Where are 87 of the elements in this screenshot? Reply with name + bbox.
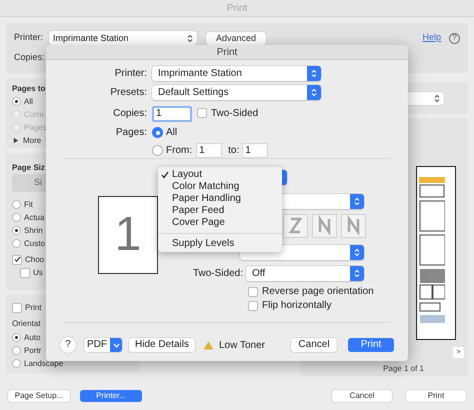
radio-button[interactable] — [12, 226, 21, 235]
chevron-icon — [307, 85, 321, 100]
field-label: Copies: — [112, 107, 148, 121]
window-title: Print — [226, 2, 248, 16]
print-button[interactable]: Print — [406, 390, 466, 402]
printer-select[interactable]: Imprimante Station — [49, 31, 197, 45]
option-label: Auto — [24, 334, 40, 342]
field-label: Presets: — [109, 86, 148, 100]
checkbox[interactable] — [248, 300, 258, 310]
cancel-button[interactable]: Cancel — [332, 390, 392, 402]
presets-select[interactable]: Default Settings — [152, 85, 321, 100]
help-button[interactable]: ? — [60, 337, 76, 353]
menu-item[interactable]: Cover Page — [158, 217, 282, 229]
field-label: Pages: — [114, 126, 148, 140]
option-label: Actua — [24, 214, 44, 222]
option-label: Portr — [24, 346, 42, 354]
warning-icon — [203, 340, 214, 350]
section-title: Pages to — [12, 83, 46, 95]
hide-details-button[interactable]: Hide Details — [129, 338, 195, 352]
checkbox[interactable] — [20, 268, 30, 278]
radio-button[interactable] — [12, 200, 21, 209]
chevron-icon — [350, 266, 364, 281]
checkbox-label: Reverse page orientation — [262, 286, 374, 296]
checkbox-label: Us — [33, 268, 43, 276]
radio-button[interactable] — [152, 144, 163, 156]
page-setup-button[interactable]: Page Setup... — [8, 390, 70, 402]
checkbox[interactable] — [12, 254, 22, 264]
printer-button[interactable]: Printer... — [80, 390, 142, 402]
field-label: Printer: — [114, 67, 148, 81]
pdf-button[interactable]: PDF — [84, 338, 122, 352]
page-order-icon[interactable] — [283, 214, 308, 238]
radio-button[interactable] — [12, 97, 21, 106]
option-label: Fit — [24, 200, 33, 208]
page-indicator: Page 1 of 1 — [383, 363, 424, 375]
menu-item[interactable]: Paper Feed — [158, 205, 282, 217]
field-label: Two-Sided: — [192, 267, 244, 281]
option-label: From: — [166, 144, 192, 158]
page-number: 1 — [114, 211, 142, 259]
menu-item[interactable]: Layout — [158, 169, 282, 181]
print-button[interactable]: Print — [348, 338, 394, 352]
option-label: Pages — [24, 124, 47, 132]
option-label: All — [166, 126, 178, 140]
checkbox[interactable] — [12, 302, 22, 312]
section-title: Orientat — [12, 318, 40, 330]
option-label: All — [24, 98, 33, 106]
copies-field[interactable]: 1 — [152, 106, 192, 122]
radio-button[interactable] — [12, 239, 21, 248]
checkbox[interactable] — [248, 286, 258, 296]
radio-button[interactable] — [152, 127, 163, 138]
menu-item[interactable]: Color Matching — [158, 181, 282, 193]
help-icon[interactable]: ? — [449, 32, 460, 44]
radio-button[interactable] — [12, 346, 21, 355]
menu-item[interactable]: Paper Handling — [158, 193, 282, 205]
checkbox[interactable] — [197, 108, 207, 118]
chevron-icon — [307, 66, 321, 81]
checkmark-icon — [161, 171, 169, 179]
cancel-button[interactable]: Cancel — [291, 338, 337, 352]
option-label: Custo — [24, 240, 45, 248]
copies-label: Copies: — [14, 53, 46, 62]
radio-button[interactable] — [12, 359, 21, 368]
chevron-icon — [350, 245, 364, 260]
to-field[interactable]: 1 — [243, 144, 268, 156]
checkbox-label: Two-Sided — [211, 107, 258, 121]
advanced-button[interactable]: Advanced — [206, 32, 266, 44]
checkbox-label: Print — [25, 304, 42, 312]
option-label: Landscape — [24, 360, 64, 368]
checkbox-label: Flip horizontally — [262, 300, 332, 310]
printer-label: Printer: — [14, 31, 44, 44]
section-title: Page Siz — [12, 162, 45, 174]
chevron-icon — [350, 194, 364, 209]
page-order-icon[interactable] — [341, 214, 366, 238]
two-sided-select[interactable]: Off — [246, 266, 364, 281]
menu-item[interactable]: Supply Levels — [158, 238, 282, 250]
radio-button[interactable] — [12, 213, 21, 222]
help-link[interactable]: Help — [422, 31, 441, 45]
sheet-title: Print — [216, 46, 238, 60]
page-order-icon[interactable] — [312, 214, 337, 238]
printer-select[interactable]: Imprimante Station — [152, 66, 321, 81]
from-field[interactable]: 1 — [197, 144, 222, 156]
checkbox-label: Choo — [25, 256, 44, 264]
disclosure-triangle-icon[interactable] — [12, 137, 19, 144]
status-text: Low Toner — [219, 338, 265, 352]
more-toggle[interactable]: More — [23, 136, 42, 144]
option-label: Shrin — [24, 226, 43, 234]
radio-button[interactable] — [12, 333, 21, 342]
field-label: to: — [228, 144, 240, 158]
option-label: Curre — [24, 110, 44, 118]
